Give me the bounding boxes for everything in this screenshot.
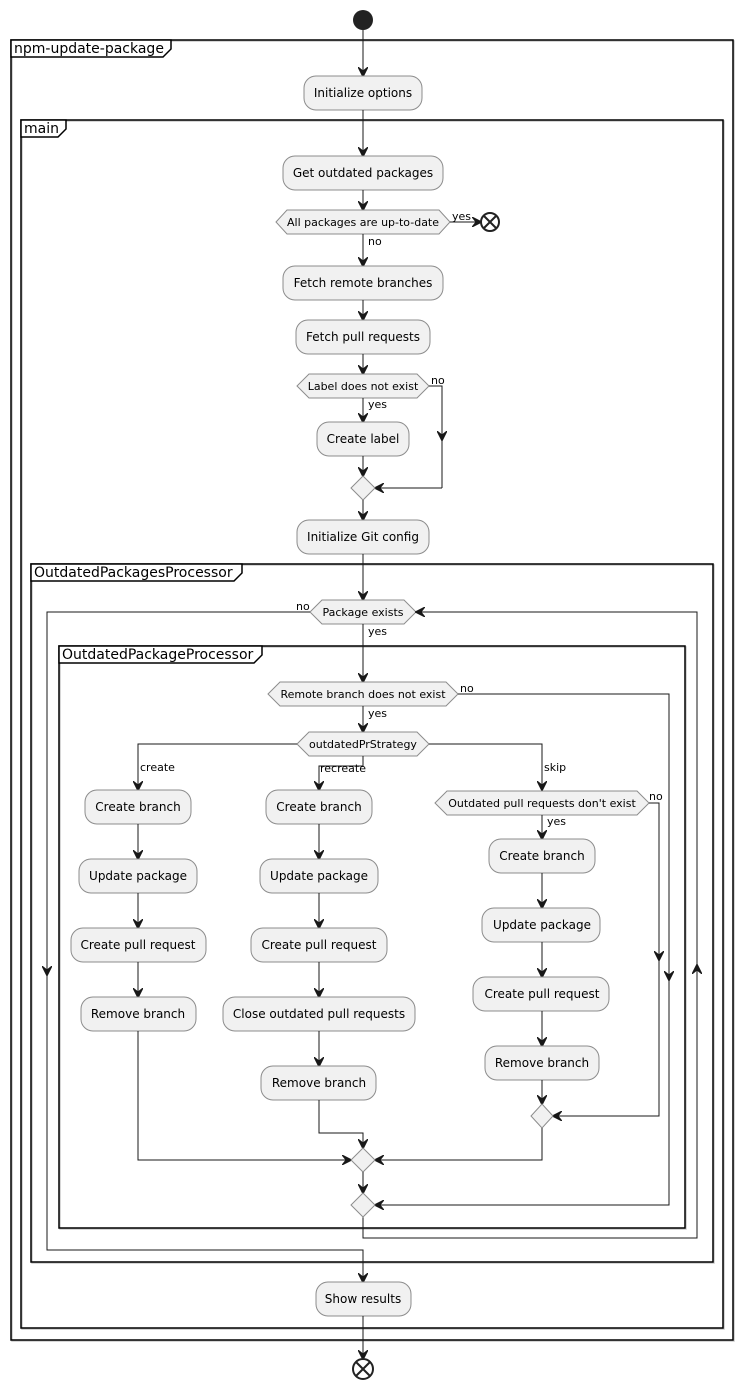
decision-remote-branch-does-not-exist[interactable]: Remote branch does not exist bbox=[267, 681, 459, 707]
svg-text:Close outdated pull requests: Close outdated pull requests bbox=[233, 1007, 405, 1021]
svg-text:outdatedPrStrategy: outdatedPrStrategy bbox=[309, 738, 417, 751]
svg-text:Create label: Create label bbox=[327, 432, 400, 446]
decision-all-up-to-date[interactable]: All packages are up-to-date bbox=[275, 209, 451, 235]
action-fetch-remote-branches[interactable]: Fetch remote branches bbox=[282, 265, 444, 301]
merge-node bbox=[350, 1147, 376, 1173]
decision-outdated-pr-strategy[interactable]: outdatedPrStrategy bbox=[296, 731, 430, 757]
svg-text:Create pull request: Create pull request bbox=[484, 987, 599, 1001]
action-create-pull-request[interactable]: Create pull request bbox=[70, 927, 207, 963]
frame-title: main bbox=[24, 121, 59, 137]
branch-label-no: no bbox=[368, 235, 382, 248]
action-create-branch[interactable]: Create branch bbox=[265, 789, 373, 825]
action-remove-branch[interactable]: Remove branch bbox=[260, 1065, 377, 1101]
branch-label-yes: yes bbox=[547, 815, 566, 828]
svg-text:Remote branch does not exist: Remote branch does not exist bbox=[280, 688, 446, 701]
action-initialize-options[interactable]: Initialize options bbox=[303, 75, 423, 111]
merge-node bbox=[350, 475, 376, 501]
svg-text:Remove branch: Remove branch bbox=[495, 1056, 589, 1070]
svg-text:All packages are up-to-date: All packages are up-to-date bbox=[287, 216, 439, 229]
start-node bbox=[353, 10, 373, 30]
svg-text:Remove branch: Remove branch bbox=[272, 1076, 366, 1090]
action-create-pull-request[interactable]: Create pull request bbox=[472, 976, 610, 1012]
svg-text:Create branch: Create branch bbox=[276, 800, 361, 814]
end-node bbox=[352, 1358, 374, 1380]
svg-text:Update package: Update package bbox=[270, 869, 368, 883]
svg-text:Get outdated packages: Get outdated packages bbox=[293, 166, 433, 180]
svg-text:Initialize Git config: Initialize Git config bbox=[307, 530, 419, 544]
branch-label-no: no bbox=[460, 682, 474, 695]
frame-main: main bbox=[20, 119, 725, 1330]
action-update-package[interactable]: Update package bbox=[78, 858, 198, 894]
action-update-package[interactable]: Update package bbox=[259, 858, 379, 894]
action-update-package[interactable]: Update package bbox=[481, 907, 601, 943]
action-remove-branch[interactable]: Remove branch bbox=[80, 996, 197, 1032]
branch-label-create: create bbox=[140, 761, 175, 774]
svg-text:Fetch remote branches: Fetch remote branches bbox=[294, 276, 433, 290]
decision-package-exists[interactable]: Package exists bbox=[309, 599, 417, 625]
branch-label-yes: yes bbox=[368, 398, 387, 411]
frame-title: npm-update-package bbox=[14, 41, 164, 57]
svg-text:Show results: Show results bbox=[325, 1292, 401, 1306]
branch-label-yes: yes bbox=[368, 625, 387, 638]
action-show-results[interactable]: Show results bbox=[315, 1281, 412, 1317]
branch-label-no: no bbox=[296, 600, 310, 613]
branch-label-yes: yes bbox=[452, 210, 471, 223]
action-initialize-git-config[interactable]: Initialize Git config bbox=[296, 519, 430, 555]
branch-label-yes: yes bbox=[368, 707, 387, 720]
branch-label-skip: skip bbox=[544, 761, 566, 774]
svg-text:Create branch: Create branch bbox=[95, 800, 180, 814]
decision-label-does-not-exist[interactable]: Label does not exist bbox=[296, 373, 430, 399]
branch-label-no: no bbox=[431, 374, 445, 387]
frame-title: OutdatedPackageProcessor bbox=[62, 647, 254, 663]
action-close-outdated-pull-requests[interactable]: Close outdated pull requests bbox=[222, 996, 416, 1032]
branch-label-recreate: recreate bbox=[320, 762, 366, 775]
svg-text:Create branch: Create branch bbox=[499, 849, 584, 863]
action-fetch-pull-requests[interactable]: Fetch pull requests bbox=[295, 319, 431, 355]
svg-text:Initialize options: Initialize options bbox=[314, 86, 412, 100]
svg-text:Package exists: Package exists bbox=[322, 606, 403, 619]
action-remove-branch[interactable]: Remove branch bbox=[484, 1045, 600, 1081]
merge-node bbox=[350, 1192, 376, 1218]
svg-text:Remove branch: Remove branch bbox=[91, 1007, 185, 1021]
svg-text:Update package: Update package bbox=[89, 869, 187, 883]
svg-text:Fetch pull requests: Fetch pull requests bbox=[306, 330, 420, 344]
activity-diagram: npm-update-package main OutdatedPackages… bbox=[10, 10, 735, 1380]
branch-label-no: no bbox=[649, 790, 663, 803]
svg-text:Create pull request: Create pull request bbox=[261, 938, 376, 952]
action-create-branch[interactable]: Create branch bbox=[84, 789, 192, 825]
action-create-pull-request[interactable]: Create pull request bbox=[250, 927, 388, 963]
action-get-outdated-packages[interactable]: Get outdated packages bbox=[282, 155, 444, 191]
svg-text:Update package: Update package bbox=[493, 918, 591, 932]
action-create-branch[interactable]: Create branch bbox=[488, 838, 596, 874]
frame-title: OutdatedPackagesProcessor bbox=[34, 565, 233, 581]
end-node bbox=[480, 212, 500, 232]
svg-text:Outdated pull requests don't e: Outdated pull requests don't exist bbox=[448, 797, 636, 810]
merge-node bbox=[530, 1103, 554, 1129]
decision-outdated-prs-dont-exist[interactable]: Outdated pull requests don't exist bbox=[434, 790, 650, 816]
action-create-label[interactable]: Create label bbox=[316, 421, 410, 457]
svg-text:Create pull request: Create pull request bbox=[80, 938, 195, 952]
svg-text:Label does not exist: Label does not exist bbox=[308, 380, 419, 393]
